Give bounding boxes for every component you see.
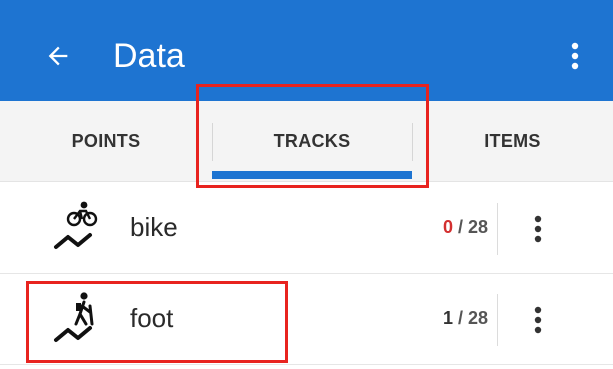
more-vert-icon	[571, 42, 579, 70]
visible-count: 1	[442, 308, 453, 328]
row-divider	[497, 294, 498, 346]
tab-points[interactable]: POINTS	[0, 101, 212, 181]
selected-tab-indicator	[212, 171, 412, 179]
more-vert-icon	[534, 306, 542, 334]
visible-count: 0	[442, 217, 453, 237]
hiking-icon	[50, 290, 110, 350]
row-menu-button[interactable]	[523, 300, 553, 340]
more-vert-icon	[534, 215, 542, 243]
total-count: 28	[467, 308, 488, 328]
row-menu-button[interactable]	[523, 209, 553, 249]
cycling-icon	[50, 199, 110, 259]
tab-tracks[interactable]: TRACKS	[212, 101, 412, 181]
total-count: 28	[467, 217, 488, 237]
list-item-label: foot	[130, 303, 174, 333]
overflow-menu-button[interactable]	[560, 36, 590, 76]
row-divider	[497, 203, 498, 255]
list-item-foot[interactable]: foot 1 / 28	[0, 274, 613, 365]
track-count: 0 / 28	[443, 215, 488, 239]
list-item-bike[interactable]: bike 0 / 28	[0, 183, 613, 274]
tab-bar: POINTS TRACKS ITEMS	[0, 101, 613, 182]
back-button[interactable]	[38, 36, 78, 76]
tab-items[interactable]: ITEMS	[412, 101, 613, 181]
track-count: 1 / 28	[443, 306, 488, 330]
app-bar: Data	[0, 0, 613, 101]
list-item-label: bike	[130, 212, 178, 242]
count-separator: /	[452, 308, 468, 328]
count-separator: /	[452, 217, 468, 237]
page-title: Data	[113, 37, 185, 75]
arrow-left-icon	[48, 46, 68, 66]
